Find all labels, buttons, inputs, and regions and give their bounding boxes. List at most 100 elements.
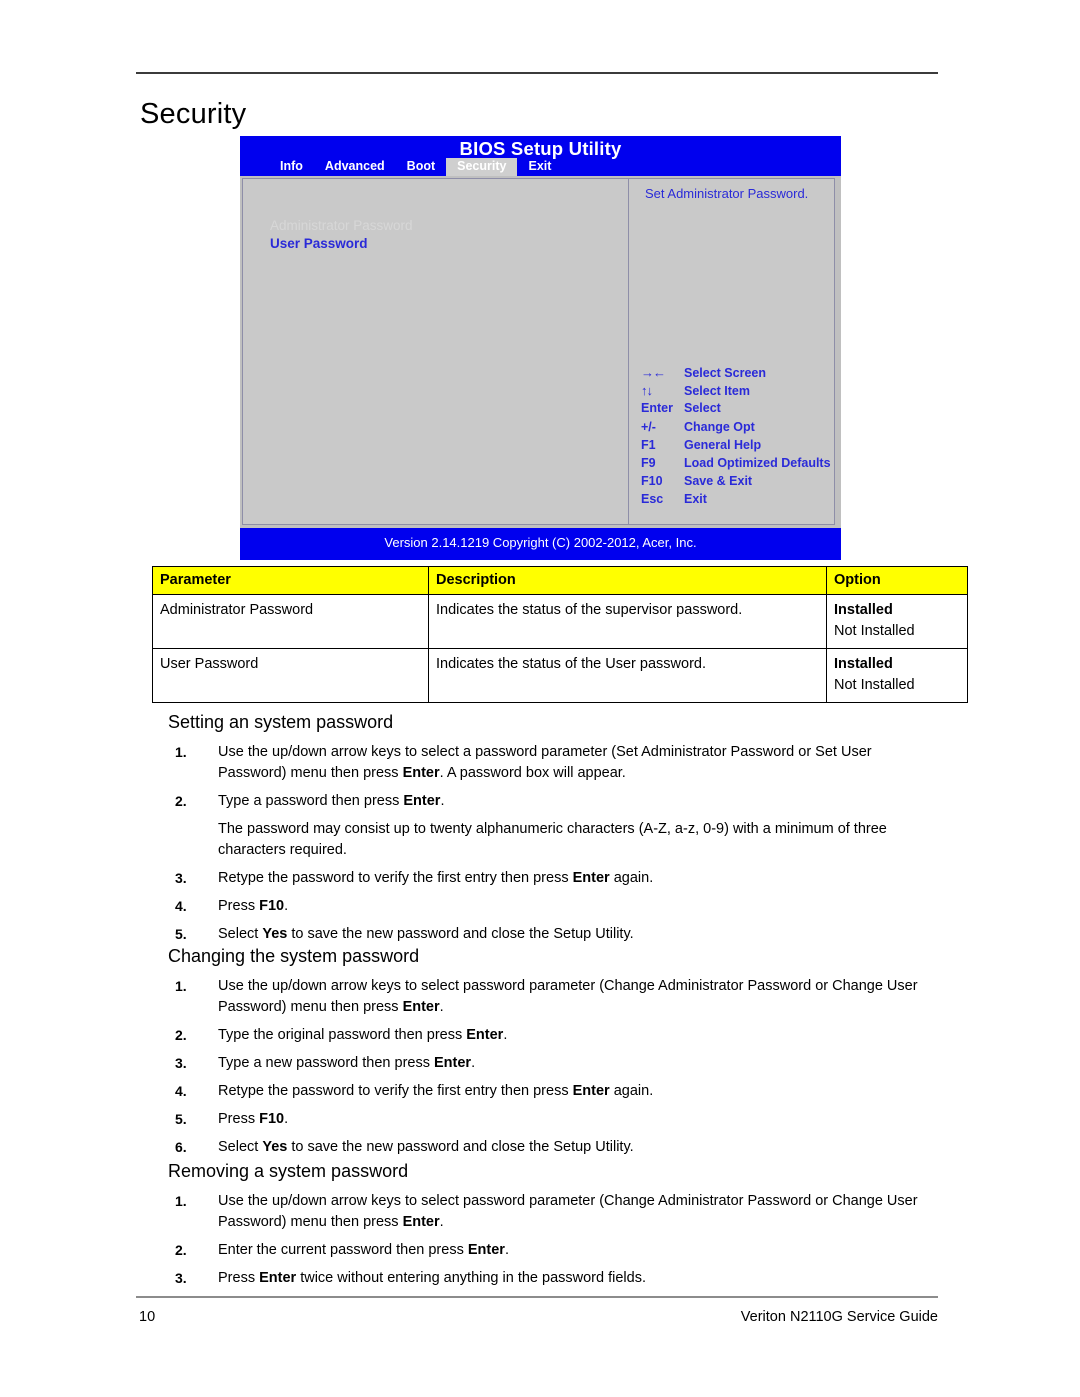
step-text: Press F10.	[218, 898, 289, 915]
section-heading: Changing the system password	[168, 946, 420, 966]
step-item: 3. Type a new password then press Enter.	[168, 1053, 940, 1074]
table-row: User Password Indicates the status of th…	[152, 648, 968, 704]
step-text: Retype the password to verify the first …	[218, 1083, 654, 1100]
step-number: 4.	[175, 898, 187, 915]
bios-key-row: Esc Exit	[639, 492, 831, 510]
bios-help-pane: Set Administrator Password. →← Select Sc…	[629, 179, 834, 524]
table-cell-parameter: User Password	[152, 648, 429, 704]
footer-rule	[136, 1296, 938, 1298]
bios-key-label: +/-	[641, 419, 656, 434]
step-item: 2. Type the original password then press …	[168, 1025, 940, 1046]
table-cell-description: Indicates the status of the User passwor…	[428, 648, 827, 704]
header-rule	[136, 72, 938, 74]
step-number: 5.	[175, 926, 187, 943]
bios-key-row: F1 General Help	[639, 438, 831, 456]
option-alternate: Not Installed	[834, 623, 915, 640]
step-number: 2.	[175, 1242, 187, 1259]
bios-key-label: Enter	[641, 401, 673, 416]
footer-guide-title: Veriton N2110G Service Guide	[740, 1309, 938, 1325]
bios-key-row: F9 Load Optimized Defaults	[639, 456, 831, 474]
step-number: 6.	[175, 1139, 187, 1156]
bios-title-bar: BIOS Setup Utility Info Advanced Boot Se…	[240, 136, 841, 176]
bios-tab-boot[interactable]: Boot	[396, 158, 446, 176]
step-text: Use the up/down arrow keys to select pas…	[218, 1193, 918, 1231]
bios-key-legend: →← Select Screen ↑↓ Select Item Enter Se…	[639, 365, 831, 511]
bios-item-administrator-password[interactable]: Administrator Password	[270, 218, 413, 233]
bios-tab-exit[interactable]: Exit	[517, 158, 562, 176]
bios-key-label: F9	[641, 455, 656, 470]
page-title: Security	[140, 98, 247, 130]
option-default: Installed	[834, 602, 893, 619]
step-number: 1.	[175, 1193, 187, 1209]
table-cell-option: Installed Not Installed	[826, 594, 968, 650]
table-row: Administrator Password Indicates the sta…	[152, 594, 968, 650]
bios-content-panel: Administrator Password User Password Set…	[242, 178, 835, 525]
bios-item-user-password[interactable]: User Password	[270, 236, 368, 251]
bios-key-action: Select Screen	[684, 366, 766, 380]
bios-key-row: F10 Save & Exit	[639, 474, 831, 492]
step-text: Type the original password then press En…	[218, 1027, 508, 1044]
step-text: Press Enter twice without entering anyth…	[218, 1270, 646, 1287]
option-default: Installed	[834, 656, 893, 673]
table-cell-description: Indicates the status of the supervisor p…	[428, 594, 827, 650]
step-item: 3. Retype the password to verify the firs…	[168, 868, 940, 889]
step-text: Type a new password then press Enter.	[218, 1055, 476, 1072]
step-item: 1. Use the up/down arrow keys to select p…	[168, 976, 940, 1018]
step-item: 5. Press F10.	[168, 1109, 940, 1130]
footer-page-number: 10	[139, 1309, 156, 1325]
bios-setup-utility-screenshot: BIOS Setup Utility Info Advanced Boot Se…	[240, 136, 841, 560]
step-item: 3. Press Enter twice without entering any…	[168, 1268, 940, 1289]
step-number: 1.	[175, 744, 187, 760]
table-header-option: Option	[826, 565, 968, 596]
bios-key-label: Esc	[641, 492, 664, 507]
step-number: 3.	[175, 870, 187, 887]
step-list: 1. Use the up/down arrow keys to select p…	[168, 976, 940, 1158]
section-heading: Removing a system password	[168, 1161, 409, 1181]
bios-key-action: Select Item	[684, 384, 751, 399]
step-text: Select Yes to save the new password and …	[218, 1139, 634, 1156]
bios-key-row: +/- Change Opt	[639, 420, 831, 438]
step-number: 4.	[175, 1083, 187, 1100]
bios-key-action: Exit	[684, 492, 707, 507]
bios-key-row: Enter Select	[639, 401, 831, 419]
step-item: 5. Select Yes to save the new password an…	[168, 924, 940, 945]
step-item: 6. Select Yes to save the new password an…	[168, 1137, 940, 1158]
bios-key-label: F10	[641, 474, 663, 489]
bios-settings-pane: Administrator Password User Password	[243, 179, 628, 524]
bios-footer-bar: Version 2.14.1219 Copyright (C) 2002-201…	[240, 528, 841, 560]
bios-key-row: ↑↓ Select Item	[639, 383, 831, 401]
step-number: 2.	[175, 1027, 187, 1044]
bios-key-action: Change Opt	[684, 419, 755, 434]
bios-tab-info[interactable]: Info	[269, 158, 314, 176]
step-number: 2.	[175, 793, 187, 810]
document-page: Security BIOS Setup Utility Info Advance…	[0, 0, 1080, 1397]
section-changing-password: Changing the system password 1. Use the u…	[168, 946, 940, 1165]
step-number: 3.	[175, 1055, 187, 1072]
section-heading: Setting an system password	[168, 712, 394, 732]
bios-tab-security[interactable]: Security	[446, 158, 518, 176]
bios-help-text: Set Administrator Password.	[645, 186, 809, 201]
table-cell-option: Installed Not Installed	[826, 648, 968, 704]
bios-tab-advanced[interactable]: Advanced	[314, 158, 396, 176]
step-number: 5.	[175, 1111, 187, 1128]
bios-key-action: General Help	[684, 437, 762, 452]
step-number: 1.	[175, 978, 187, 994]
step-text: Use the up/down arrow keys to select a p…	[218, 744, 872, 782]
section-removing-password: Removing a system password 1. Use the up/…	[168, 1161, 940, 1296]
step-item: 2. Type a password then press Enter.	[168, 791, 940, 812]
arrow-left-right-icon: →←	[641, 365, 666, 380]
step-text: Select Yes to save the new password and …	[218, 926, 634, 943]
section-setting-password: Setting an system password 1. Use the up/…	[168, 712, 940, 952]
bios-title: BIOS Setup Utility	[459, 138, 622, 159]
step-text: Use the up/down arrow keys to select pas…	[218, 978, 918, 1016]
step-number: 3.	[175, 1270, 187, 1287]
bios-key-action: Select	[684, 401, 721, 416]
table-header-description: Description	[428, 565, 827, 596]
step-text: Enter the current password then press En…	[218, 1242, 509, 1259]
bios-tab-bar[interactable]: Info Advanced Boot Security Exit	[240, 158, 562, 176]
parameter-table: Parameter Description Option Administrat…	[152, 565, 968, 704]
step-item: 1. Use the up/down arrow keys to select a…	[168, 742, 940, 784]
step-item: 4. Press F10.	[168, 896, 940, 917]
step-text: Press F10.	[218, 1111, 289, 1128]
option-alternate: Not Installed	[834, 677, 915, 694]
